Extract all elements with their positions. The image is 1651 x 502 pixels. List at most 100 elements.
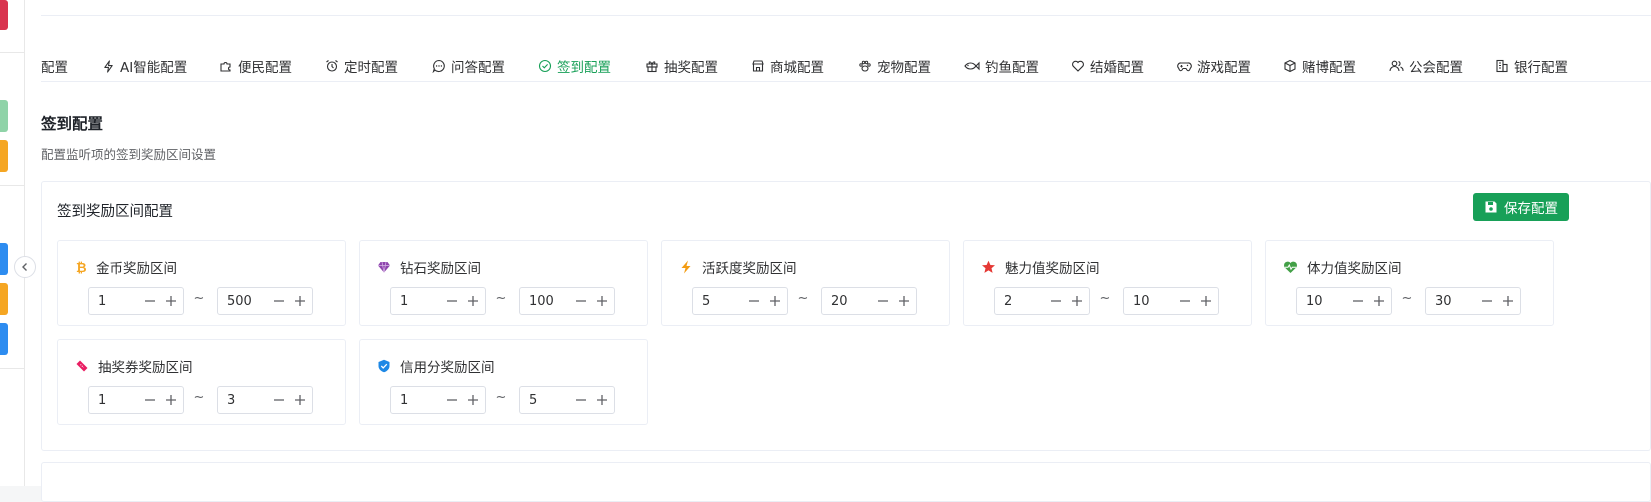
- range-separator: ~: [797, 291, 809, 306]
- decrement-icon[interactable]: [574, 294, 588, 308]
- max-number-input[interactable]: [1425, 287, 1521, 315]
- min-number-input[interactable]: [88, 386, 184, 414]
- increment-icon[interactable]: [1372, 294, 1386, 308]
- decrement-icon[interactable]: [445, 393, 459, 407]
- min-number-input[interactable]: [994, 287, 1090, 315]
- tab-fishing-config[interactable]: 钓鱼配置: [964, 50, 1039, 81]
- range-label: 活跃度奖励区间: [702, 261, 797, 277]
- lightning-icon: [681, 260, 691, 274]
- min-number-input[interactable]: [390, 386, 486, 414]
- paw-icon: [859, 60, 871, 72]
- max-value-field[interactable]: [218, 387, 268, 413]
- sidebar-divider: [0, 52, 25, 53]
- cube-icon: [1284, 59, 1296, 73]
- sidebar-collapse-button[interactable]: [14, 256, 36, 278]
- next-config-card: [41, 462, 1651, 502]
- tab-game-config[interactable]: 游戏配置: [1177, 50, 1251, 81]
- min-number-input[interactable]: [1296, 287, 1392, 315]
- increment-icon[interactable]: [897, 294, 911, 308]
- tab-config-partial[interactable]: 配置: [41, 50, 68, 81]
- decrement-icon[interactable]: [574, 393, 588, 407]
- max-value-field[interactable]: [822, 288, 872, 314]
- alarm-clock-icon: [326, 60, 338, 72]
- tab-ai-config[interactable]: AI智能配置: [102, 50, 187, 81]
- tab-store-config[interactable]: 商城配置: [751, 50, 824, 81]
- max-number-input[interactable]: [1123, 287, 1219, 315]
- increment-icon[interactable]: [1070, 294, 1084, 308]
- increment-icon[interactable]: [595, 294, 609, 308]
- decrement-icon[interactable]: [747, 294, 761, 308]
- max-number-input[interactable]: [519, 386, 615, 414]
- increment-icon[interactable]: [164, 393, 178, 407]
- tab-bank-config[interactable]: 银行配置: [1495, 50, 1568, 81]
- tab-label: 赌博配置: [1302, 60, 1356, 76]
- tab-convenience-config[interactable]: 便民配置: [219, 50, 292, 81]
- gift-icon: [646, 61, 658, 73]
- min-number-input[interactable]: [88, 287, 184, 315]
- tab-label: 配置: [41, 60, 68, 76]
- tab-timer-config[interactable]: 定时配置: [325, 50, 398, 81]
- decrement-icon[interactable]: [143, 393, 157, 407]
- decrement-icon[interactable]: [445, 294, 459, 308]
- sidebar-mark-green[interactable]: [0, 100, 8, 132]
- save-config-button[interactable]: 保存配置: [1473, 193, 1569, 221]
- tab-lottery-config[interactable]: 抽奖配置: [645, 50, 718, 81]
- decrement-icon[interactable]: [1049, 294, 1063, 308]
- increment-icon[interactable]: [1199, 294, 1213, 308]
- increment-icon[interactable]: [1501, 294, 1515, 308]
- decrement-icon[interactable]: [1178, 294, 1192, 308]
- min-value-field[interactable]: [391, 288, 441, 314]
- tab-pet-config[interactable]: 宠物配置: [858, 50, 931, 81]
- increment-icon[interactable]: [293, 393, 307, 407]
- decrement-icon[interactable]: [1480, 294, 1494, 308]
- max-number-input[interactable]: [519, 287, 615, 315]
- max-number-input[interactable]: [217, 287, 313, 315]
- decrement-icon[interactable]: [876, 294, 890, 308]
- tab-qa-config[interactable]: 问答配置: [432, 50, 505, 81]
- tab-label: 问答配置: [451, 60, 505, 76]
- min-value-field[interactable]: [1297, 288, 1347, 314]
- min-value-field[interactable]: [995, 288, 1045, 314]
- max-value-field[interactable]: [1124, 288, 1174, 314]
- max-number-input[interactable]: [217, 386, 313, 414]
- max-value-field[interactable]: [520, 288, 570, 314]
- increment-icon[interactable]: [164, 294, 178, 308]
- min-value-field[interactable]: [89, 288, 139, 314]
- tab-guild-config[interactable]: 公会配置: [1389, 50, 1463, 81]
- increment-icon[interactable]: [466, 393, 480, 407]
- min-value-field[interactable]: [89, 387, 139, 413]
- decrement-icon[interactable]: [143, 294, 157, 308]
- save-icon: [1485, 201, 1497, 213]
- range-item-credit: 信用分奖励区间 ~: [359, 339, 648, 425]
- sidebar-mark-orange[interactable]: [0, 140, 8, 172]
- tab-gamble-config[interactable]: 赌博配置: [1283, 50, 1356, 81]
- tab-marriage-config[interactable]: 结婚配置: [1071, 50, 1144, 81]
- increment-icon[interactable]: [293, 294, 307, 308]
- max-number-input[interactable]: [821, 287, 917, 315]
- min-number-input[interactable]: [692, 287, 788, 315]
- heartbeat-icon: [1284, 261, 1297, 273]
- sidebar-mark-blue[interactable]: [0, 323, 8, 355]
- sidebar-mark-red[interactable]: [0, 0, 8, 30]
- min-value-field[interactable]: [391, 387, 441, 413]
- range-label: 钻石奖励区间: [400, 261, 481, 277]
- decrement-icon[interactable]: [1351, 294, 1365, 308]
- range-item-header: 抽奖券奖励区间: [75, 356, 193, 376]
- increment-icon[interactable]: [768, 294, 782, 308]
- min-value-field[interactable]: [693, 288, 743, 314]
- increment-icon[interactable]: [466, 294, 480, 308]
- fish-icon: [964, 61, 980, 71]
- decrement-icon[interactable]: [272, 393, 286, 407]
- max-value-field[interactable]: [520, 387, 570, 413]
- range-item-activity: 活跃度奖励区间 ~: [661, 240, 950, 326]
- sidebar-mark-blue[interactable]: [0, 243, 8, 275]
- ticket-icon: [76, 360, 88, 372]
- range-item-header: ₿ 金币奖励区间: [75, 257, 177, 277]
- decrement-icon[interactable]: [272, 294, 286, 308]
- max-value-field[interactable]: [1426, 288, 1476, 314]
- max-value-field[interactable]: [218, 288, 268, 314]
- increment-icon[interactable]: [595, 393, 609, 407]
- min-number-input[interactable]: [390, 287, 486, 315]
- sidebar-mark-orange[interactable]: [0, 283, 8, 315]
- tab-checkin-config[interactable]: 签到配置: [538, 50, 611, 81]
